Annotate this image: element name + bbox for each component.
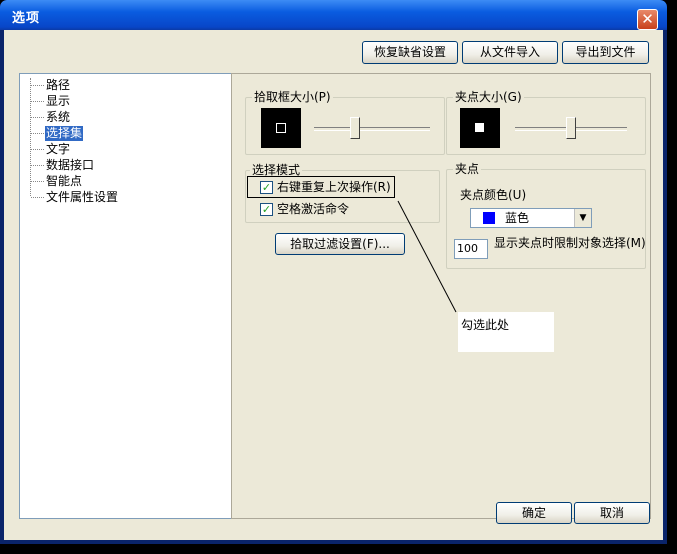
tree-item-system[interactable]: 系统 [46, 110, 70, 125]
ok-button[interactable]: 确定 [496, 502, 572, 524]
category-tree[interactable]: 路径 显示 系统 选择集 文字 数据接口 智能点 文件属性设置 [19, 73, 255, 519]
pickbox-size-group: 拾取框大小(P) [245, 90, 445, 155]
window-title: 选项 [12, 11, 41, 26]
pickbox-preview [261, 108, 301, 148]
pickbox-slider-track [314, 127, 430, 131]
chevron-down-icon[interactable]: ▼ [574, 209, 591, 227]
grip-group: 夹点 夹点颜色(U) 蓝色 ▼ 100 显示夹点时限制对象选择(M) [446, 162, 646, 269]
options-dialog: 选项 ✕ 恢复缺省设置 从文件导入 导出到文件 路径 显示 系统 选择集 文字 [0, 0, 667, 544]
grip-color-value: 蓝色 [505, 211, 530, 225]
selection-mode-group: 选择模式 ✓ 右键重复上次操作(R) ✓ 空格激活命令 [245, 163, 440, 223]
pickbox-square-icon [276, 123, 286, 133]
close-button[interactable]: ✕ [637, 9, 658, 30]
cancel-button[interactable]: 取消 [574, 502, 650, 524]
space-activate-label: 空格激活命令 [277, 202, 350, 216]
title-bar[interactable]: 选项 ✕ [0, 0, 667, 30]
tree-item-text[interactable]: 文字 [46, 142, 70, 157]
tree-item-smart-point[interactable]: 智能点 [46, 174, 82, 189]
grip-group-label: 夹点 [453, 162, 482, 177]
close-icon: ✕ [641, 10, 654, 28]
callout-tooltip: 勾选此处 [458, 312, 554, 352]
tree-item-data-interface[interactable]: 数据接口 [46, 158, 94, 173]
grip-size-group: 夹点大小(G) [446, 90, 646, 155]
pickbox-size-label: 拾取框大小(P) [252, 90, 333, 105]
tree-item-display[interactable]: 显示 [46, 94, 70, 109]
grip-size-label: 夹点大小(G) [453, 90, 524, 105]
grip-limit-input[interactable]: 100 [454, 239, 488, 259]
grip-size-preview [460, 108, 500, 148]
selection-settings-panel: 拾取框大小(P) 夹点大小(G) 选择模式 ✓ 右键重复上次操作(R) ✓ 空格… [231, 73, 651, 519]
tree-item-path[interactable]: 路径 [46, 78, 70, 93]
repeat-last-label: 右键重复上次操作(R) [277, 180, 391, 194]
grip-square-icon [475, 123, 484, 132]
grip-color-label: 夹点颜色(U) [460, 188, 527, 202]
tree-item-file-properties[interactable]: 文件属性设置 [46, 190, 118, 205]
dialog-body: 恢复缺省设置 从文件导入 导出到文件 路径 显示 系统 选择集 文字 数据接口 … [4, 30, 663, 540]
callout-text: 勾选此处 [461, 318, 510, 332]
space-activate-checkbox[interactable]: ✓ [260, 203, 273, 216]
pickbox-slider[interactable] [349, 117, 360, 139]
import-from-file-button[interactable]: 从文件导入 [462, 41, 558, 64]
color-swatch-icon [483, 212, 495, 224]
export-to-file-button[interactable]: 导出到文件 [562, 41, 649, 64]
grip-size-slider[interactable] [566, 117, 576, 139]
restore-defaults-button[interactable]: 恢复缺省设置 [362, 41, 458, 64]
tree-item-selection[interactable]: 选择集 [45, 126, 84, 141]
grip-color-select[interactable]: 蓝色 ▼ [470, 208, 592, 228]
grip-limit-label: 显示夹点时限制对象选择(M) [494, 236, 646, 250]
pick-filter-settings-button[interactable]: 拾取过滤设置(F)... [275, 233, 405, 255]
repeat-last-checkbox[interactable]: ✓ [260, 181, 273, 194]
tree-connector [30, 78, 31, 196]
